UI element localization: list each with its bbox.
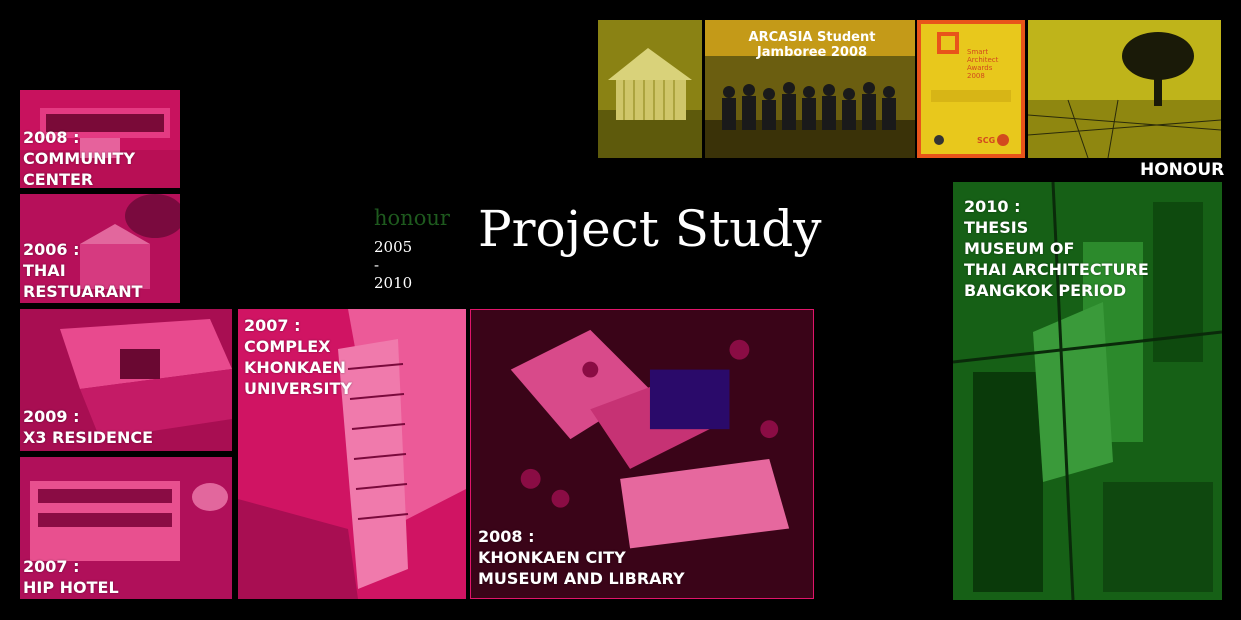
project-khonkaen-museum[interactable]: 2008 : KHONKAEN CITY MUSEUM AND LIBRARY <box>470 309 814 599</box>
honour-label: HONOUR <box>1140 160 1225 180</box>
project-community-center[interactable]: 2008 : COMMUNITY CENTER <box>20 90 180 188</box>
project-thai-restaurant[interactable]: 2006 : THAI RESTUARANT <box>20 194 180 303</box>
caption-hip-hotel: 2007 : HIP HOTEL <box>23 557 119 597</box>
jamboree-banner: ARCASIA Student Jamboree 2008 <box>748 30 876 60</box>
scg-logo: SCG <box>977 136 996 145</box>
house-model-image <box>598 20 702 158</box>
award-text: Smart Architect Awards 2008 <box>967 48 999 80</box>
caption-khonkaen-museum: 2008 : KHONKAEN CITY MUSEUM AND LIBRARY <box>478 527 685 588</box>
caption-complex-khonkaen: 2007 : COMPLEX KHONKAEN UNIVERSITY <box>244 316 352 398</box>
caption-thai-restaurant: 2006 : THAI RESTUARANT <box>23 240 143 301</box>
honour-photo-award[interactable]: Smart Architect Awards 2008 SCG <box>917 20 1025 158</box>
page-title: Project Study <box>478 200 822 258</box>
project-x3-residence[interactable]: 2009 : X3 RESIDENCE <box>20 309 232 451</box>
caption-thesis: 2010 : THESIS MUSEUM OF THAI ARCHITECTUR… <box>964 197 1149 300</box>
years-range: 2005 - 2010 <box>374 238 413 292</box>
honour-photo-jamboree[interactable]: ARCASIA Student Jamboree 2008 <box>705 20 915 158</box>
project-hip-hotel[interactable]: 2007 : HIP HOTEL <box>20 457 232 599</box>
project-complex-khonkaen[interactable]: 2007 : COMPLEX KHONKAEN UNIVERSITY <box>238 309 466 599</box>
caption-community-center: 2008 : COMMUNITY CENTER <box>23 128 136 188</box>
caption-x3-residence: 2009 : X3 RESIDENCE <box>23 407 154 447</box>
honour-photo-tree[interactable] <box>1028 20 1221 158</box>
tree-drawing-image <box>1028 20 1221 158</box>
project-thesis[interactable]: 2010 : THESIS MUSEUM OF THAI ARCHITECTUR… <box>953 182 1222 600</box>
honour-word: honour <box>374 206 450 230</box>
honour-photo-model[interactable] <box>598 20 702 158</box>
award-poster-image <box>917 20 1025 158</box>
